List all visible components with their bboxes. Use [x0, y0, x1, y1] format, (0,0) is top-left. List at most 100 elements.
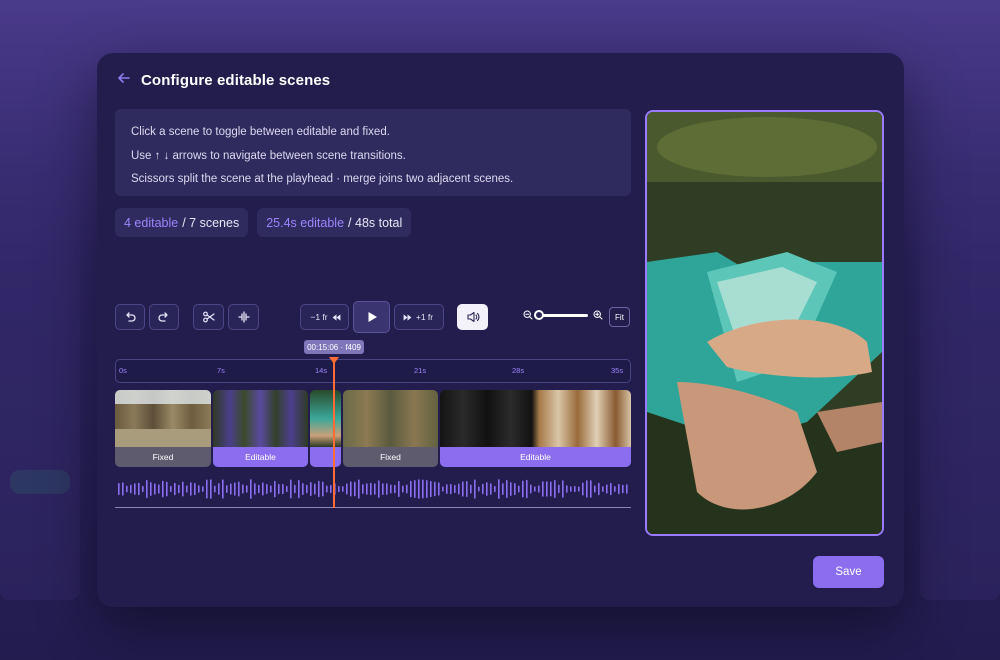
- fit-button[interactable]: Fit: [609, 307, 630, 327]
- waveform-bar: [478, 486, 480, 492]
- instruction-line: Scissors split the scene at the playhead…: [131, 173, 514, 185]
- scene-thumbnail: [440, 390, 631, 447]
- scene-clip[interactable]: [310, 390, 341, 467]
- waveform-bar: [278, 483, 280, 495]
- scene-clip[interactable]: Editable: [440, 390, 631, 467]
- zoom-in-icon[interactable]: [593, 310, 603, 320]
- waveform-bar: [366, 483, 368, 495]
- time-ruler[interactable]: 0s 7s 14s 21s 28s 35s: [115, 359, 631, 383]
- background-chip: [10, 470, 70, 494]
- waveform-bar: [250, 479, 252, 499]
- waveform-bar: [402, 485, 404, 493]
- undo-button[interactable]: [115, 304, 145, 330]
- waveform-bar: [522, 480, 524, 498]
- waveform-bar: [502, 483, 504, 495]
- waveform-bar: [306, 484, 308, 494]
- waveform-bar: [314, 483, 316, 495]
- previous-frame-button[interactable]: −1 fr: [300, 304, 349, 330]
- scene-state-label: Editable: [213, 447, 308, 467]
- timeline-toolbar: −1 fr +1 fr Fit: [115, 301, 631, 333]
- waveform-bar: [262, 482, 264, 496]
- scene-thumbnail: [213, 390, 308, 447]
- waveform-bar: [202, 486, 204, 492]
- video-preview: [645, 110, 884, 536]
- scene-thumbnail: [115, 390, 211, 447]
- waveform-bar: [358, 479, 360, 499]
- scene-state-label: [310, 447, 341, 467]
- waveform-bar: [286, 485, 288, 493]
- instructions-panel: Click a scene to toggle between editable…: [115, 109, 631, 196]
- editable-count: 4 editable: [124, 215, 179, 230]
- waveform-bar: [274, 480, 276, 498]
- waveform-bar: [122, 482, 124, 496]
- waveform-bar: [234, 482, 236, 496]
- waveform-bar: [254, 483, 256, 495]
- zoom-slider[interactable]: [534, 310, 588, 320]
- scene-clip[interactable]: Fixed: [115, 390, 211, 467]
- scene-thumbnail: [343, 390, 438, 447]
- scene-state-label: Fixed: [115, 447, 211, 467]
- back-arrow-icon[interactable]: [117, 71, 131, 90]
- ruler-tick: 14s: [315, 366, 328, 375]
- redo-button[interactable]: [149, 304, 179, 330]
- instruction-line: Click a scene to toggle between editable…: [131, 126, 390, 138]
- stats-row: 4 editable / 7 scenes 25.4s editable / 4…: [115, 208, 412, 237]
- ruler-tick: 28s: [512, 366, 525, 375]
- volume-button[interactable]: [457, 304, 488, 330]
- waveform-bar: [146, 479, 148, 499]
- undo-icon: [126, 312, 136, 322]
- waveform-bar: [450, 483, 452, 495]
- waveform-bar: [310, 481, 312, 497]
- scene-thumbnail: [310, 390, 341, 447]
- waveform-bar: [598, 482, 600, 496]
- waveform-bar: [610, 482, 612, 496]
- zoom-slider-handle[interactable]: [534, 310, 544, 320]
- waveform-bar: [282, 483, 284, 495]
- merge-scenes-button[interactable]: [228, 304, 259, 330]
- play-button[interactable]: [353, 301, 390, 333]
- waveform-bar: [386, 483, 388, 495]
- waveform-bar: [178, 484, 180, 494]
- waveform-bar: [410, 480, 412, 498]
- waveform-bar: [486, 482, 488, 496]
- scene-timeline: 00:15:06 · f409 0s 7s 14s 21s 28s 35s Fi…: [115, 340, 631, 511]
- next-frame-button[interactable]: +1 fr: [394, 304, 444, 330]
- waveform-bar: [246, 485, 248, 493]
- waveform-bar: [606, 484, 608, 494]
- waveform-bar: [370, 482, 372, 496]
- waveform-bar: [622, 484, 624, 494]
- audio-waveform: [118, 479, 628, 499]
- waveform-bar: [326, 485, 328, 493]
- waveform-bar: [470, 484, 472, 494]
- playhead-line[interactable]: [333, 357, 335, 508]
- prev-frame-label: −1 fr: [310, 312, 328, 322]
- waveform-bar: [430, 480, 432, 498]
- waveform-bar: [426, 480, 428, 498]
- waveform-bar: [378, 480, 380, 498]
- scissors-icon: [202, 311, 215, 323]
- waveform-bar: [454, 484, 456, 494]
- ruler-tick: 7s: [217, 366, 225, 375]
- timeline-baseline: [115, 507, 631, 508]
- waveform-bar: [538, 485, 540, 493]
- zoom-out-icon[interactable]: [523, 310, 533, 320]
- waveform-bar: [518, 485, 520, 493]
- waveform-bar: [602, 486, 604, 492]
- scene-clip[interactable]: Fixed: [343, 390, 438, 467]
- zoom-control: [523, 310, 603, 320]
- playhead-handle[interactable]: [329, 357, 339, 364]
- waveform-bar: [194, 482, 196, 496]
- waveform-bar: [126, 485, 128, 493]
- waveform-bar: [266, 484, 268, 494]
- waveform-bar: [406, 484, 408, 494]
- split-scene-button[interactable]: [193, 304, 224, 330]
- scenes-total: / 7 scenes: [182, 215, 240, 230]
- redo-icon: [158, 312, 168, 322]
- save-button[interactable]: Save: [813, 556, 884, 588]
- waveform-bar: [626, 484, 628, 494]
- waveform-bar: [230, 483, 232, 495]
- ruler-tick: 35s: [611, 366, 624, 375]
- waveform-bar: [214, 485, 216, 493]
- waveform-bar: [614, 486, 616, 492]
- scene-clip[interactable]: Editable: [213, 390, 308, 467]
